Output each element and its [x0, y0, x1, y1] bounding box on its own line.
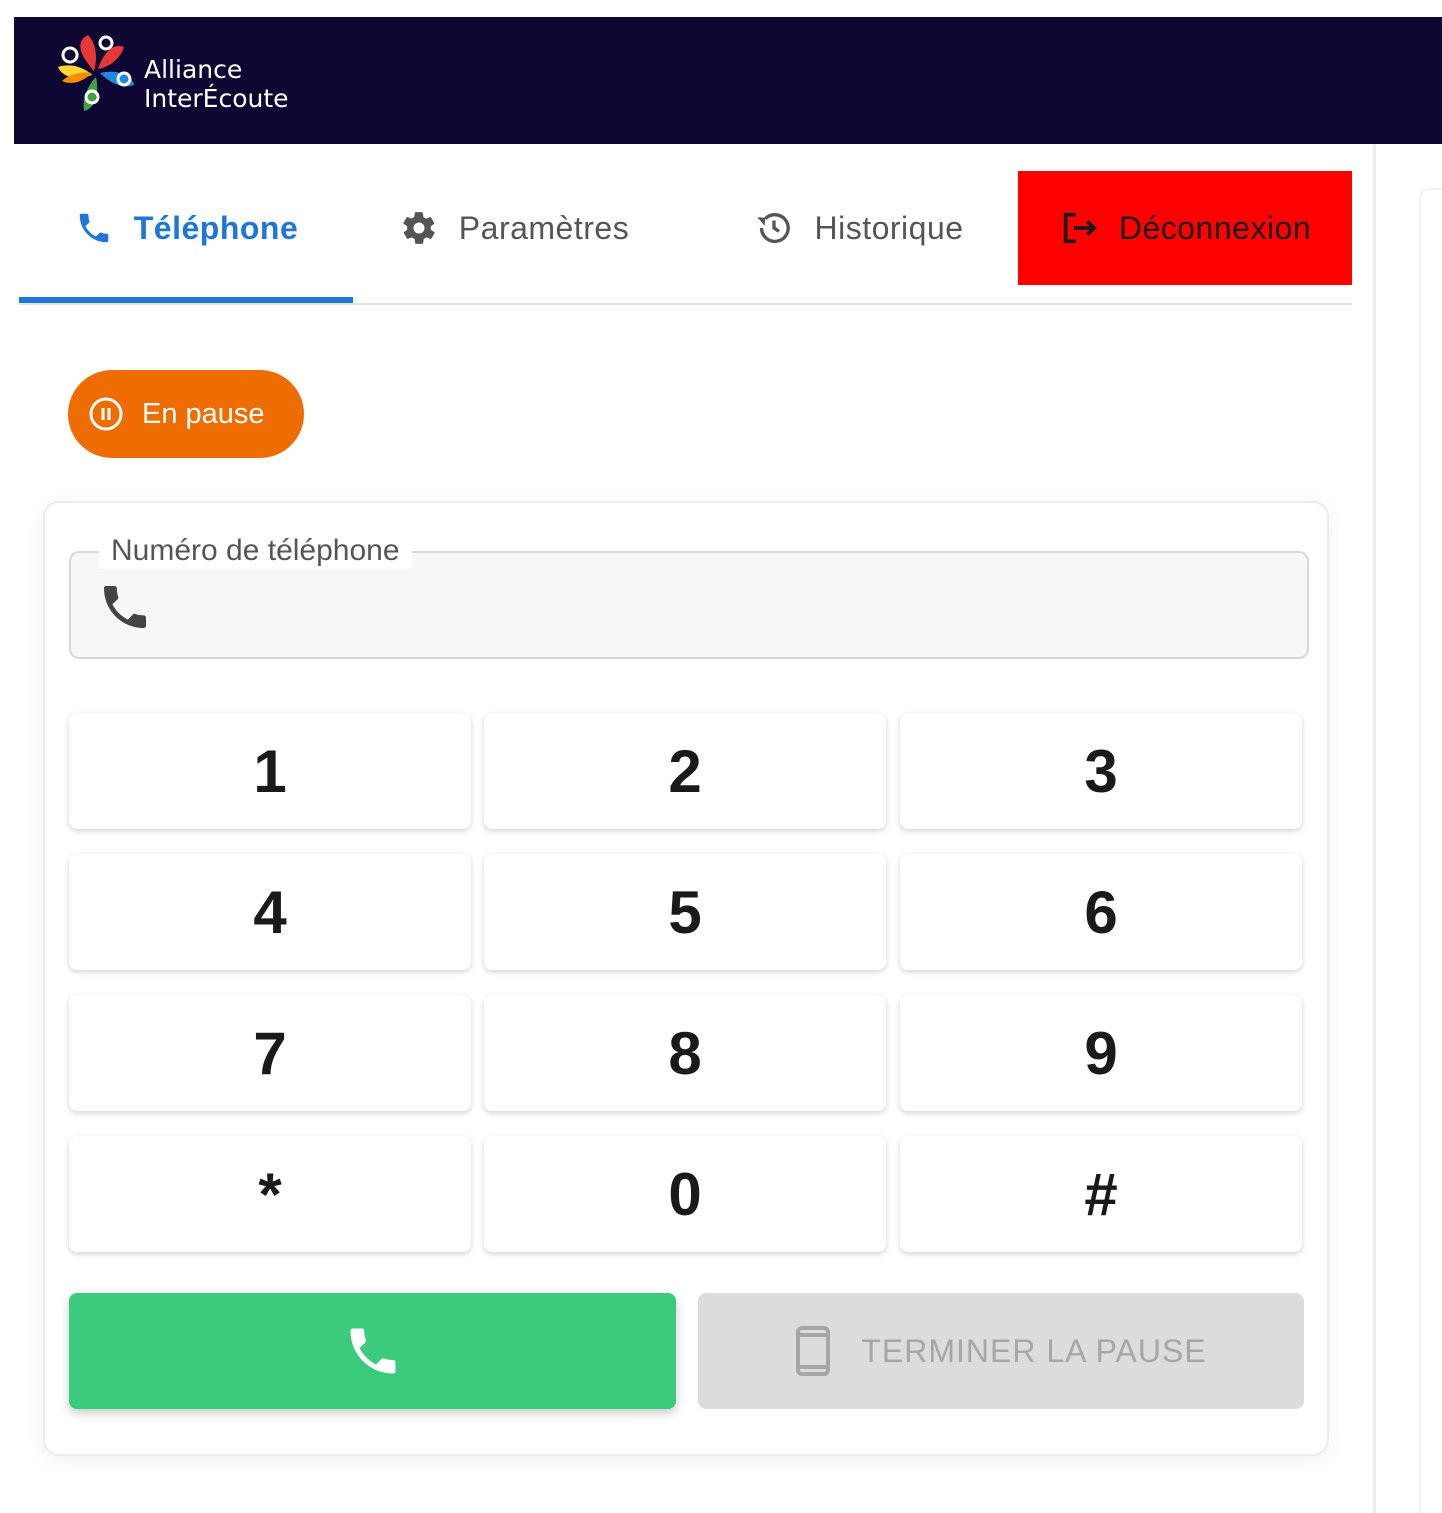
keypad-key-3[interactable]: 3 — [900, 713, 1302, 829]
brand-line-2: InterÉcoute — [144, 84, 289, 113]
brand-name: Alliance InterÉcoute — [144, 55, 289, 113]
logout-icon — [1059, 208, 1099, 248]
tab-telephone-label: Téléphone — [133, 209, 299, 246]
keypad-key-6[interactable]: 6 — [900, 854, 1302, 970]
logout-button[interactable]: Déconnexion — [1018, 171, 1352, 285]
app-header: Alliance InterÉcoute — [14, 17, 1442, 144]
tab-parametres[interactable]: Paramètres — [369, 171, 659, 285]
keypad-key-7[interactable]: 7 — [69, 995, 471, 1111]
end-pause-label: TERMINER LA PAUSE — [861, 1332, 1207, 1369]
call-button[interactable] — [69, 1293, 676, 1409]
tabs-divider — [19, 303, 1352, 305]
tab-parametres-label: Paramètres — [458, 209, 630, 246]
phone-icon — [97, 579, 153, 635]
pause-circle-icon — [88, 396, 124, 432]
logout-label: Déconnexion — [1118, 209, 1312, 246]
phone-number-label: Numéro de téléphone — [99, 533, 412, 569]
keypad-key-8[interactable]: 8 — [484, 995, 886, 1111]
keypad-key-5[interactable]: 5 — [484, 854, 886, 970]
history-icon — [754, 208, 794, 248]
keypad-key-4[interactable]: 4 — [69, 854, 471, 970]
end-pause-button[interactable]: TERMINER LA PAUSE — [698, 1293, 1304, 1409]
keypad-key-hash[interactable]: # — [900, 1136, 1302, 1252]
dialer-card: Numéro de téléphone 1 2 3 4 5 6 7 8 9 * … — [43, 501, 1329, 1456]
main-tabs: Téléphone Paramètres Historique Déconnex… — [19, 171, 1352, 306]
mobile-phone-icon — [795, 1325, 831, 1377]
phone-icon — [350, 1328, 395, 1374]
keypad-key-2[interactable]: 2 — [484, 713, 886, 829]
right-panel — [1419, 188, 1442, 1513]
keypad-key-9[interactable]: 9 — [900, 995, 1302, 1111]
keypad-key-1[interactable]: 1 — [69, 713, 471, 829]
status-badge[interactable]: En pause — [68, 370, 304, 458]
tab-historique-label: Historique — [814, 209, 964, 246]
phone-icon — [74, 208, 114, 248]
status-label: En pause — [142, 397, 265, 430]
brand-logo[interactable]: Alliance InterÉcoute — [48, 23, 308, 123]
alliance-interecoute-logo-icon — [58, 35, 134, 111]
brand-line-1: Alliance — [144, 55, 243, 84]
phone-number-field[interactable]: Numéro de téléphone — [69, 533, 1309, 659]
phone-number-input[interactable] — [167, 583, 1287, 633]
gear-icon — [399, 208, 439, 248]
tab-telephone[interactable]: Téléphone — [19, 171, 353, 285]
tab-historique[interactable]: Historique — [709, 171, 1009, 285]
panel-divider — [1373, 144, 1376, 1513]
keypad-key-0[interactable]: 0 — [484, 1136, 886, 1252]
keypad-key-star[interactable]: * — [69, 1136, 471, 1252]
